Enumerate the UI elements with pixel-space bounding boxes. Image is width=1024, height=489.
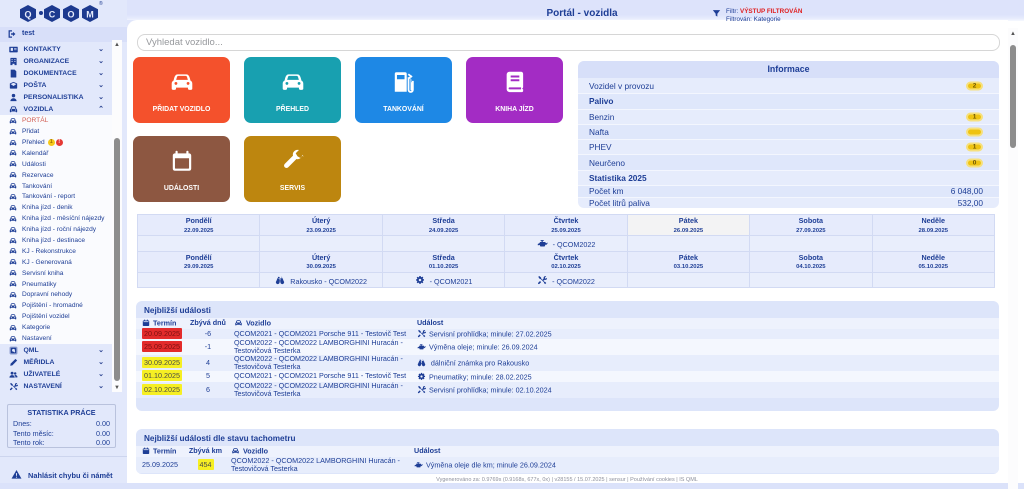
svg-text:M: M bbox=[86, 9, 94, 19]
svg-text:C: C bbox=[49, 9, 56, 19]
svg-text:O: O bbox=[67, 9, 74, 19]
svg-text:Q: Q bbox=[24, 9, 31, 19]
